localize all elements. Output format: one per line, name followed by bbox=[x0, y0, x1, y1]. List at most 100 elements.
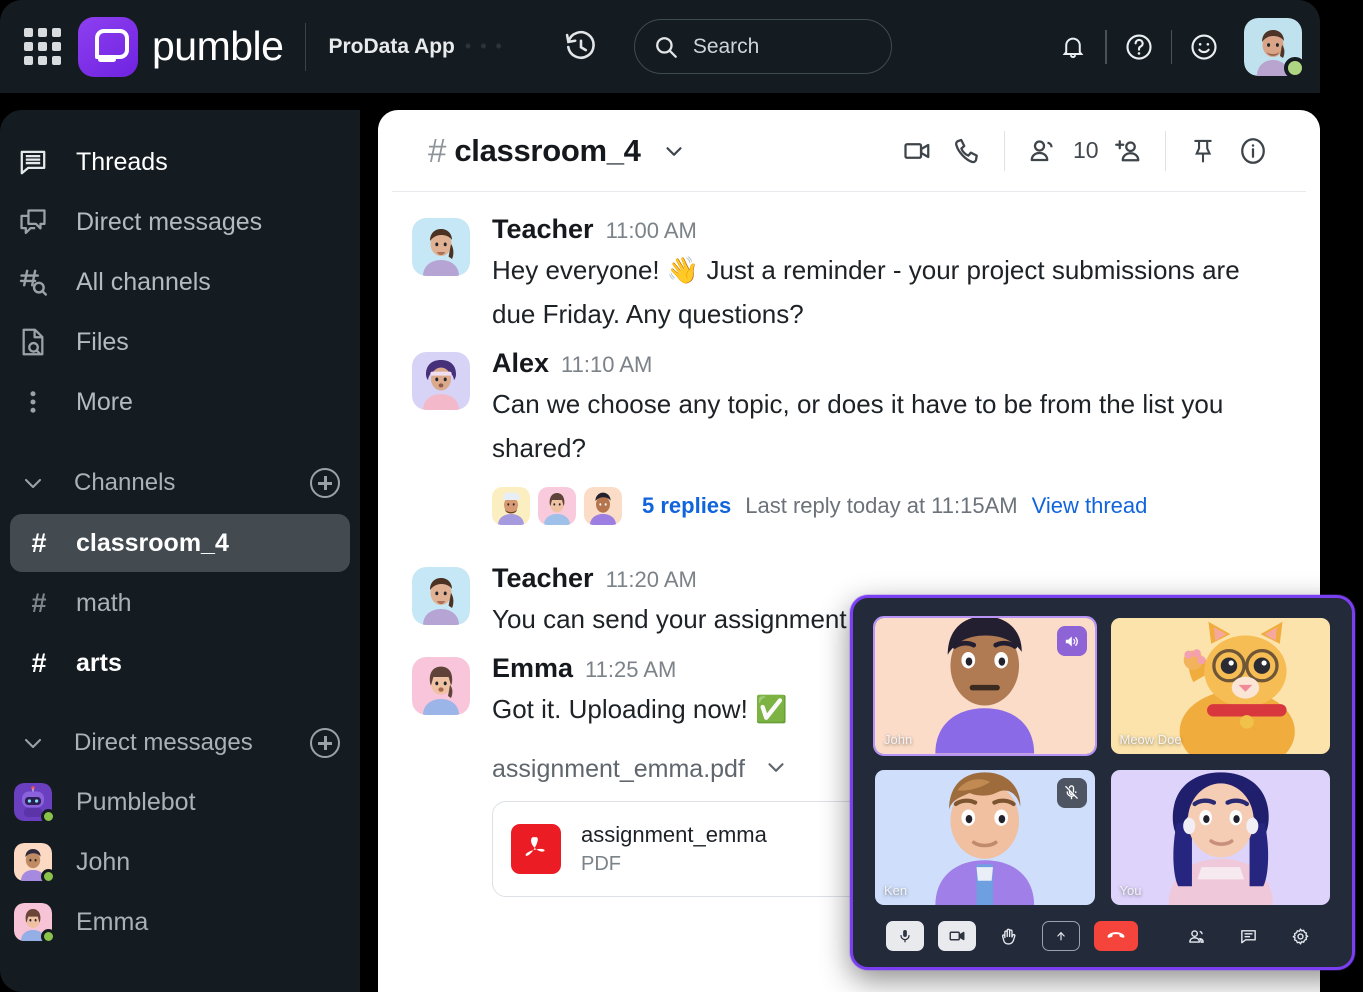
sidebar-item-emma[interactable]: Emma bbox=[0, 892, 360, 952]
brand-name: pumble bbox=[152, 23, 284, 69]
add-channel-button[interactable] bbox=[310, 468, 340, 498]
sidebar-item-label: All channels bbox=[76, 267, 211, 296]
speaker-on-icon[interactable] bbox=[1056, 626, 1087, 656]
avatar[interactable] bbox=[1244, 17, 1306, 79]
thread-summary[interactable]: 5 replies Last reply today at 11:15AM Vi… bbox=[492, 486, 1290, 525]
channel-label: arts bbox=[76, 648, 122, 677]
message-timestamp: 11:25 AM bbox=[585, 657, 677, 683]
avatar[interactable] bbox=[412, 218, 470, 276]
avatar bbox=[14, 783, 56, 824]
avatar bbox=[584, 486, 622, 525]
settings-gear-icon[interactable] bbox=[1282, 921, 1320, 951]
channels-section-title: Channels bbox=[74, 469, 176, 496]
message-text: Hey everyone! 👋 Just a reminder - your p… bbox=[492, 255, 1240, 329]
members-icon bbox=[1017, 126, 1067, 176]
status-badge bbox=[41, 869, 56, 884]
tile-name: Meow Doe bbox=[1119, 731, 1182, 747]
chat-icon[interactable] bbox=[1230, 921, 1268, 951]
chevron-down-icon[interactable] bbox=[763, 754, 789, 785]
chevron-down-icon[interactable] bbox=[661, 138, 687, 164]
app-grid-icon[interactable] bbox=[24, 27, 62, 66]
history-icon[interactable] bbox=[564, 30, 598, 64]
header-divider bbox=[305, 22, 307, 71]
avatar[interactable] bbox=[412, 566, 470, 625]
attachment-filename: assignment_emma.pdf bbox=[492, 755, 745, 784]
video-camera-icon[interactable] bbox=[937, 921, 976, 951]
participants-icon[interactable] bbox=[1178, 921, 1216, 951]
mic-off-icon[interactable] bbox=[1056, 777, 1087, 808]
channels-section-header[interactable]: Channels bbox=[0, 454, 360, 512]
video-tile-you[interactable]: You bbox=[1110, 769, 1330, 905]
more-vertical-icon bbox=[16, 385, 50, 419]
sidebar-item-files[interactable]: Files bbox=[0, 312, 360, 372]
header-divider-2 bbox=[1105, 29, 1107, 64]
message-author[interactable]: Teacher bbox=[492, 214, 594, 245]
help-circle-icon[interactable] bbox=[1113, 21, 1165, 73]
video-tile-meow-doe[interactable]: Meow Doe bbox=[1110, 618, 1330, 754]
avatar bbox=[14, 903, 56, 944]
workspace-name[interactable]: ProData App bbox=[328, 35, 454, 59]
video-tile-ken[interactable]: Ken bbox=[875, 769, 1095, 905]
phone-icon[interactable] bbox=[942, 126, 992, 176]
members-button[interactable]: 10 bbox=[1017, 126, 1103, 176]
member-count: 10 bbox=[1073, 137, 1099, 163]
video-tile-grid: John Meow Doe Ken You bbox=[873, 616, 1330, 905]
sidebar-item-label: Files bbox=[76, 327, 129, 356]
search-input[interactable]: Search bbox=[633, 19, 892, 74]
raise-hand-icon[interactable] bbox=[990, 921, 1028, 951]
sidebar-item-threads[interactable]: Threads bbox=[0, 132, 360, 192]
sidebar-item-all-channels[interactable]: All channels bbox=[0, 252, 360, 312]
all-channels-icon bbox=[16, 265, 50, 299]
avatar[interactable] bbox=[412, 657, 470, 716]
add-member-icon[interactable] bbox=[1103, 126, 1153, 176]
pin-icon[interactable] bbox=[1178, 126, 1228, 176]
threads-icon bbox=[16, 145, 50, 179]
thread-participants bbox=[492, 486, 622, 525]
brand[interactable]: pumble bbox=[78, 16, 284, 77]
dm-section-header[interactable]: Direct messages bbox=[0, 714, 360, 772]
thread-replies-count[interactable]: 5 replies bbox=[642, 493, 731, 519]
sidebar-item-pumblebot[interactable]: Pumblebot bbox=[0, 772, 360, 832]
share-screen-icon[interactable] bbox=[1041, 921, 1080, 951]
message-text: Can we choose any topic, or does it have… bbox=[492, 389, 1224, 464]
sidebar-item-direct-messages[interactable]: Direct messages bbox=[0, 192, 360, 252]
video-call-panel[interactable]: John Meow Doe Ken You bbox=[850, 595, 1355, 970]
chevron-down-icon[interactable] bbox=[18, 731, 48, 755]
message-author[interactable]: Teacher bbox=[492, 563, 594, 594]
attachment-card[interactable]: assignment_emma PDF bbox=[492, 801, 862, 898]
message-timestamp: 11:20 AM bbox=[605, 566, 697, 592]
info-circle-icon[interactable] bbox=[1228, 126, 1278, 176]
sidebar-item-more[interactable]: More bbox=[0, 372, 360, 432]
chevron-down-icon[interactable] bbox=[18, 471, 48, 495]
sidebar-item-john[interactable]: John bbox=[0, 832, 360, 892]
tile-name: Ken bbox=[884, 883, 908, 898]
emoji-smiley-icon[interactable] bbox=[1178, 21, 1230, 73]
avatar bbox=[14, 843, 56, 884]
channel-label: classroom_4 bbox=[76, 528, 229, 557]
hash-icon: # bbox=[428, 131, 447, 169]
microphone-icon[interactable] bbox=[885, 921, 924, 951]
search-icon bbox=[655, 36, 677, 58]
hang-up-icon[interactable] bbox=[1093, 921, 1138, 951]
avatar[interactable] bbox=[412, 352, 470, 411]
view-thread-link[interactable]: View thread bbox=[1032, 493, 1148, 519]
channel-title[interactable]: # classroom_4 bbox=[428, 132, 687, 170]
top-header-bar: pumble ProData App • • • Search bbox=[0, 0, 1320, 93]
add-dm-button[interactable] bbox=[310, 728, 340, 758]
message-author[interactable]: Alex bbox=[492, 348, 549, 379]
sidebar-item-classroom_4[interactable]: # classroom_4 bbox=[10, 514, 350, 572]
avatar bbox=[538, 486, 576, 525]
message-timestamp: 11:10 AM bbox=[561, 352, 653, 378]
video-tile-john[interactable]: John bbox=[873, 616, 1097, 756]
video-camera-icon[interactable] bbox=[892, 126, 942, 176]
dm-label: Pumblebot bbox=[76, 787, 196, 816]
status-badge bbox=[41, 809, 56, 824]
tile-name: You bbox=[1119, 883, 1142, 898]
thread-last-reply: Last reply today at 11:15AM bbox=[745, 492, 1018, 518]
bell-icon[interactable] bbox=[1047, 21, 1099, 73]
tile-name: John bbox=[884, 731, 913, 747]
message-author[interactable]: Emma bbox=[492, 653, 573, 684]
sidebar-item-arts[interactable]: # arts bbox=[10, 634, 350, 692]
sidebar-item-math[interactable]: # math bbox=[10, 574, 350, 632]
message-timestamp: 11:00 AM bbox=[605, 218, 697, 243]
